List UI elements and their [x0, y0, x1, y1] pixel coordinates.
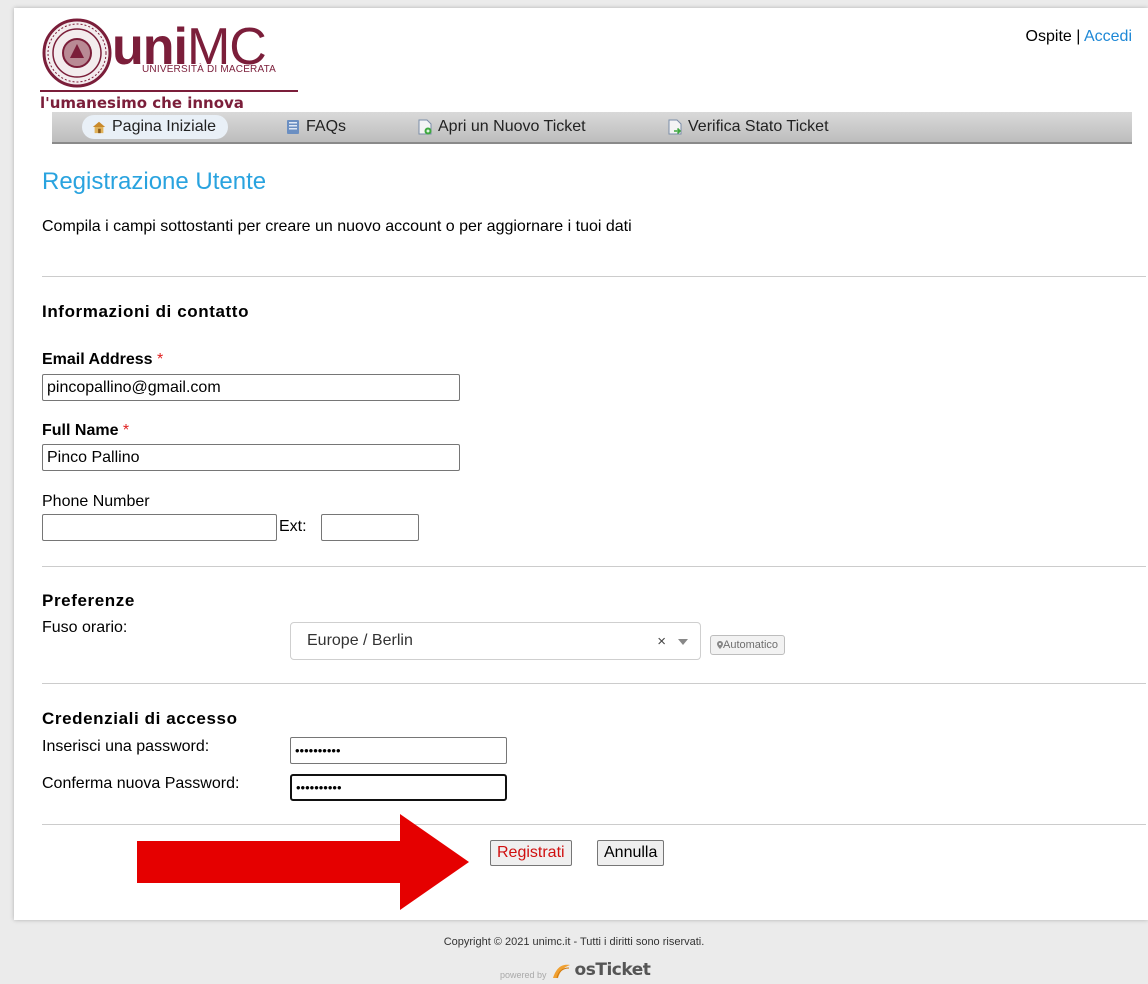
tagline: l'umanesimo che innova [40, 94, 244, 112]
password-label: Inserisci una password: [42, 738, 210, 755]
osticket-prefix: os [574, 960, 596, 980]
timezone-selected-value: Europe / Berlin [307, 632, 413, 649]
university-name: UNIVERSITÀ DI MACERATA [142, 64, 277, 75]
nav-item-home[interactable]: Pagina Iniziale [82, 115, 229, 139]
nav-label-new-ticket: Apri un Nuovo Ticket [438, 118, 586, 135]
footer-copyright: Copyright © 2021 unimc.it - Tutti i diri… [443, 936, 705, 948]
full-name-field[interactable] [42, 444, 460, 471]
page-title: Registrazione Utente [42, 168, 267, 195]
guest-label: Ospite [1025, 28, 1072, 45]
page-container: uniMC UNIVERSITÀ DI MACERATA l'umanesimo… [14, 8, 1148, 920]
osticket-logo-icon [552, 964, 570, 979]
divider [42, 683, 1146, 684]
user-links: Ospite | Accedi [1026, 28, 1132, 46]
auto-timezone-button[interactable]: Automatico [710, 635, 786, 655]
register-button[interactable]: Registrati [490, 840, 572, 866]
ext-label: Ext: [279, 518, 307, 535]
divider [42, 276, 1146, 277]
nav-label-faqs: FAQs [306, 118, 347, 135]
page-intro: Compila i campi sottostanti per creare u… [42, 218, 632, 235]
logo-divider [40, 90, 298, 92]
ticket-status-icon [668, 119, 682, 135]
powered-by-text: powered by [500, 970, 547, 980]
login-link[interactable]: Accedi [1084, 28, 1132, 45]
timezone-select[interactable]: Europe / Berlin × [290, 622, 701, 660]
main-nav: Pagina Iniziale FAQs Apri un Nuovo Ticke… [52, 112, 1132, 144]
new-ticket-icon [418, 119, 432, 135]
osticket-suffix: Ticket [595, 960, 651, 980]
confirm-password-label: Conferma nuova Password: [42, 775, 240, 792]
confirm-password-field[interactable] [290, 774, 507, 801]
email-label-text: Email Address [42, 351, 153, 368]
divider [42, 566, 1146, 567]
dropdown-arrow-icon[interactable] [678, 639, 688, 645]
password-field[interactable] [290, 737, 507, 764]
annotation-arrow-shape [137, 814, 469, 910]
book-icon [287, 120, 299, 134]
nav-item-ticket-status[interactable]: Verifica Stato Ticket [668, 115, 829, 139]
credentials-section-title: Credenziali di accesso [42, 709, 238, 728]
email-field[interactable] [42, 374, 460, 401]
phone-field[interactable] [42, 514, 277, 541]
nav-label-home: Pagina Iniziale [112, 118, 217, 135]
phone-label: Phone Number [42, 493, 150, 510]
user-links-separator: | [1071, 28, 1084, 45]
contact-section-title: Informazioni di contatto [42, 302, 250, 321]
full-name-label-text: Full Name [42, 422, 119, 439]
annotation-arrow [137, 814, 469, 910]
auto-timezone-label: Automatico [723, 639, 779, 651]
osticket-wordmark: osTicket [575, 960, 651, 980]
timezone-label: Fuso orario: [42, 619, 128, 636]
nav-label-ticket-status: Verifica Stato Ticket [688, 118, 829, 135]
unimc-logo[interactable]: uniMC UNIVERSITÀ DI MACERATA l'umanesimo… [34, 14, 304, 114]
nav-item-new-ticket[interactable]: Apri un Nuovo Ticket [418, 115, 586, 139]
preferences-section-title: Preferenze [42, 591, 135, 610]
required-mark: * [122, 422, 130, 439]
powered-by-osticket[interactable]: powered by osTicket [500, 960, 651, 980]
clear-selection-icon[interactable]: × [657, 633, 666, 650]
email-label: Email Address * [42, 351, 163, 369]
university-seal-icon [42, 18, 112, 88]
full-name-label: Full Name * [42, 422, 129, 440]
required-mark: * [157, 351, 164, 368]
home-icon [92, 121, 106, 134]
nav-item-faqs[interactable]: FAQs [286, 115, 346, 139]
cancel-button[interactable]: Annulla [597, 840, 665, 866]
ext-field[interactable] [321, 514, 419, 541]
